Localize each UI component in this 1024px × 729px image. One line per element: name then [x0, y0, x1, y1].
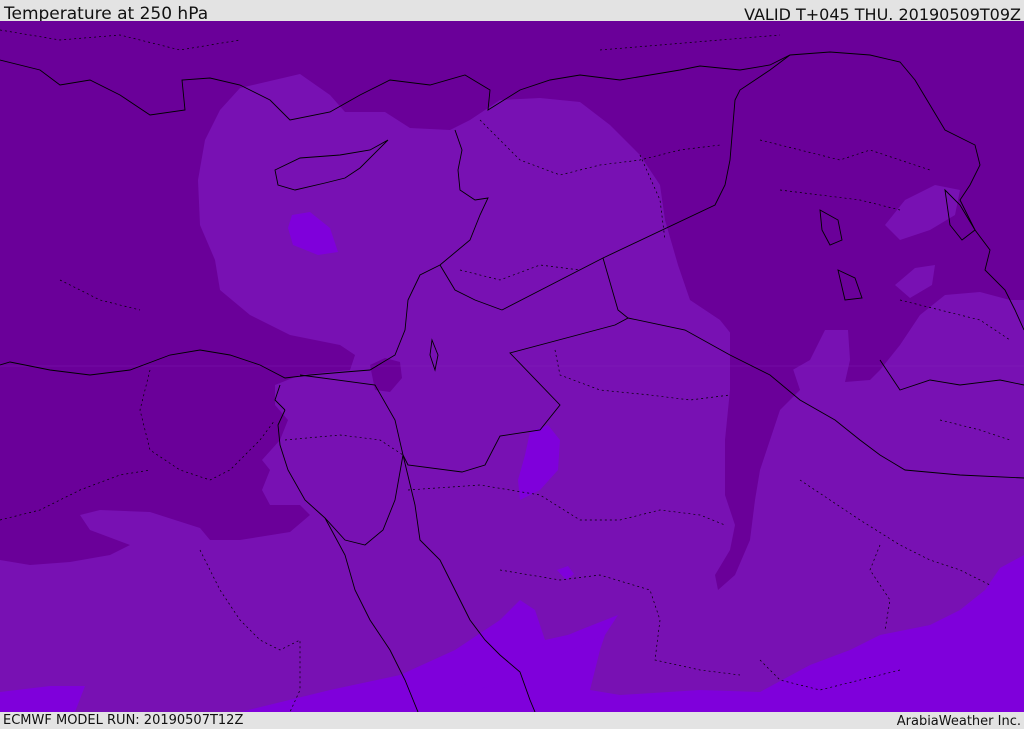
weather-map[interactable]: [0, 21, 1024, 712]
credit-label: ArabiaWeather Inc.: [896, 714, 1021, 729]
map-viewer: Temperature at 250 hPa VALID T+045 THU. …: [0, 0, 1024, 729]
temperature-map-svg: [0, 21, 1024, 712]
model-run-label: ECMWF MODEL RUN: 20190507T12Z: [3, 713, 244, 728]
header-bar: Temperature at 250 hPa VALID T+045 THU. …: [0, 0, 1024, 24]
footer-bar: ECMWF MODEL RUN: 20190507T12Z ArabiaWeat…: [0, 712, 1024, 729]
